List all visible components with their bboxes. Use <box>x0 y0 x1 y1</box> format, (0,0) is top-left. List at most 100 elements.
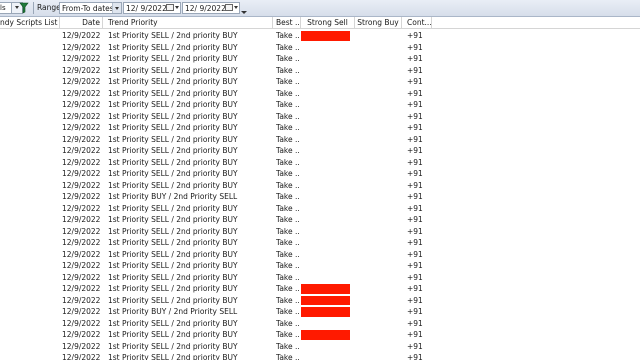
table-row[interactable]: 12/9/2022 1st Priority BUY / 2nd Priority… <box>0 306 640 318</box>
from-date-picker[interactable]: 12/ 9/2022 <box>123 2 181 14</box>
table-row[interactable]: 12/9/2022 1st Priority SELL / 2nd priorit… <box>0 180 640 192</box>
cell-cont: +91 <box>407 157 423 167</box>
cell-date: 12/9/2022 <box>62 111 101 121</box>
table-row[interactable]: 12/9/2022 1st Priority SELL / 2nd priorit… <box>0 145 640 157</box>
cell-date: 12/9/2022 <box>62 203 101 213</box>
strong-sell-indicator <box>301 31 350 41</box>
cell-best: Take ... <box>276 203 300 213</box>
cell-best: Take ... <box>276 146 300 155</box>
table-row[interactable]: 12/9/2022 1st Priority SELL / 2nd priorit… <box>0 352 640 360</box>
cell-cont: +91 <box>407 88 423 98</box>
table-row[interactable]: 12/9/2022 1st Priority SELL / 2nd priorit… <box>0 272 640 284</box>
table-row[interactable]: 12/9/2022 1st Priority SELL / 2nd priorit… <box>0 122 640 134</box>
column-header-best[interactable]: Best ... <box>273 17 301 29</box>
range-mode-select[interactable]: From-To dates <box>59 2 122 14</box>
table-row[interactable]: 12/9/2022 1st Priority SELL / 2nd priorit… <box>0 341 640 353</box>
cell-date: 12/9/2022 <box>62 123 101 132</box>
cell-trend-priority: 1st Priority SELL / 2nd priority BUY <box>108 54 238 63</box>
cell-cont: +91 <box>407 100 423 109</box>
cell-trend-priority: 1st Priority SELL / 2nd priority BUY <box>108 353 238 360</box>
grid-header: ndy Scripts List Date Trend Priority Bes… <box>0 17 640 29</box>
chevron-down-icon[interactable] <box>175 6 179 9</box>
column-header-strong-sell[interactable]: Strong Sell <box>301 17 355 29</box>
cell-best: Take ... <box>276 111 300 121</box>
cell-trend-priority: 1st Priority SELL / 2nd priority BUY <box>108 157 238 167</box>
table-row[interactable]: 12/9/2022 1st Priority SELL / 2nd priorit… <box>0 76 640 88</box>
table-row[interactable]: 12/9/2022 1st Priority SELL / 2nd priorit… <box>0 65 640 77</box>
table-row[interactable]: 12/9/2022 1st Priority SELL / 2nd priorit… <box>0 214 640 226</box>
table-row[interactable]: 12/9/2022 1st Priority SELL / 2nd priorit… <box>0 283 640 295</box>
cell-trend-priority: 1st Priority SELL / 2nd priority BUY <box>108 215 238 224</box>
table-row[interactable]: 12/9/2022 1st Priority SELL / 2nd priorit… <box>0 168 640 180</box>
cell-best: Take ... <box>276 238 300 247</box>
table-row[interactable]: 12/9/2022 1st Priority SELL / 2nd priorit… <box>0 249 640 261</box>
cell-best: Take ... <box>276 330 300 339</box>
table-row[interactable]: 12/9/2022 1st Priority SELL / 2nd priorit… <box>0 237 640 249</box>
cell-cont: +91 <box>407 169 423 178</box>
toolbar-overflow-button[interactable] <box>240 2 248 15</box>
table-row[interactable]: 12/9/2022 1st Priority SELL / 2nd priorit… <box>0 226 640 238</box>
column-header-cont[interactable]: Cont... <box>402 17 432 29</box>
table-row[interactable]: 12/9/2022 1st Priority SELL / 2nd priorit… <box>0 111 640 123</box>
table-row[interactable]: 12/9/2022 1st Priority SELL / 2nd priorit… <box>0 329 640 341</box>
table-row[interactable]: 12/9/2022 1st Priority SELL / 2nd priorit… <box>0 318 640 330</box>
cell-date: 12/9/2022 <box>62 341 101 351</box>
cell-trend-priority: 1st Priority SELL / 2nd priority BUY <box>108 134 238 144</box>
table-row[interactable]: 12/9/2022 1st Priority SELL / 2nd priorit… <box>0 295 640 307</box>
column-header-strong-buy[interactable]: Strong Buy <box>355 17 402 29</box>
range-label: Range <box>37 3 61 12</box>
table-row[interactable]: 12/9/2022 1st Priority SELL / 2nd priorit… <box>0 134 640 146</box>
calendar-icon[interactable] <box>166 4 174 11</box>
cell-date: 12/9/2022 <box>62 284 101 293</box>
cell-best: Take ... <box>276 65 300 75</box>
calendar-icon[interactable] <box>225 4 233 11</box>
table-row[interactable]: 12/9/2022 1st Priority SELL / 2nd priorit… <box>0 42 640 54</box>
cell-cont: +91 <box>407 341 423 351</box>
chevron-down-icon[interactable] <box>112 3 121 13</box>
toolbar: ls Range From-To dates 12/ 9/2022 12/ 9/… <box>0 0 640 17</box>
cell-best: Take ... <box>276 318 300 328</box>
cell-cont: +91 <box>407 284 423 293</box>
table-row[interactable]: 12/9/2022 1st Priority SELL / 2nd priorit… <box>0 260 640 272</box>
cell-trend-priority: 1st Priority SELL / 2nd priority BUY <box>108 226 238 236</box>
cell-best: Take ... <box>276 180 300 190</box>
column-header-date[interactable]: Date <box>60 17 103 29</box>
cell-date: 12/9/2022 <box>62 54 101 63</box>
cell-best: Take ... <box>276 307 300 316</box>
cell-best: Take ... <box>276 134 300 144</box>
cell-cont: +91 <box>407 203 423 213</box>
cell-trend-priority: 1st Priority SELL / 2nd priority BUY <box>108 146 238 155</box>
cell-cont: +91 <box>407 226 423 236</box>
cell-date: 12/9/2022 <box>62 238 101 247</box>
cell-cont: +91 <box>407 318 423 328</box>
table-row[interactable]: 12/9/2022 1st Priority SELL / 2nd priorit… <box>0 30 640 42</box>
cell-trend-priority: 1st Priority BUY / 2nd Priority SELL <box>108 192 238 201</box>
cell-cont: +91 <box>407 215 423 224</box>
cell-date: 12/9/2022 <box>62 192 101 201</box>
table-row[interactable]: 12/9/2022 1st Priority SELL / 2nd priorit… <box>0 203 640 215</box>
cell-date: 12/9/2022 <box>62 272 101 282</box>
cell-trend-priority: 1st Priority SELL / 2nd priority BUY <box>108 249 238 259</box>
table-row[interactable]: 12/9/2022 1st Priority SELL / 2nd priorit… <box>0 99 640 111</box>
cell-best: Take ... <box>276 157 300 167</box>
cell-trend-priority: 1st Priority SELL / 2nd priority BUY <box>108 295 238 305</box>
cell-date: 12/9/2022 <box>62 295 101 305</box>
filter-icon[interactable] <box>19 2 31 14</box>
cell-cont: +91 <box>407 77 423 86</box>
column-header-trend-priority[interactable]: Trend Priority <box>103 17 273 29</box>
cell-trend-priority: 1st Priority SELL / 2nd priority BUY <box>108 180 238 190</box>
table-row[interactable]: 12/9/2022 1st Priority SELL / 2nd priorit… <box>0 53 640 65</box>
cell-cont: +91 <box>407 42 423 52</box>
cell-date: 12/9/2022 <box>62 31 101 40</box>
column-header-scripts-list[interactable]: ndy Scripts List <box>0 17 60 29</box>
cell-best: Take ... <box>276 261 300 270</box>
table-row[interactable]: 12/9/2022 1st Priority BUY / 2nd Priority… <box>0 191 640 203</box>
cell-cont: +91 <box>407 123 423 132</box>
cell-date: 12/9/2022 <box>62 146 101 155</box>
chevron-down-icon[interactable] <box>234 6 238 9</box>
table-row[interactable]: 12/9/2022 1st Priority SELL / 2nd priorit… <box>0 157 640 169</box>
table-row[interactable]: 12/9/2022 1st Priority SELL / 2nd priorit… <box>0 88 640 100</box>
cell-trend-priority: 1st Priority SELL / 2nd priority BUY <box>108 284 238 293</box>
to-date-picker[interactable]: 12/ 9/2022 <box>182 2 240 14</box>
cell-best: Take ... <box>276 341 300 351</box>
